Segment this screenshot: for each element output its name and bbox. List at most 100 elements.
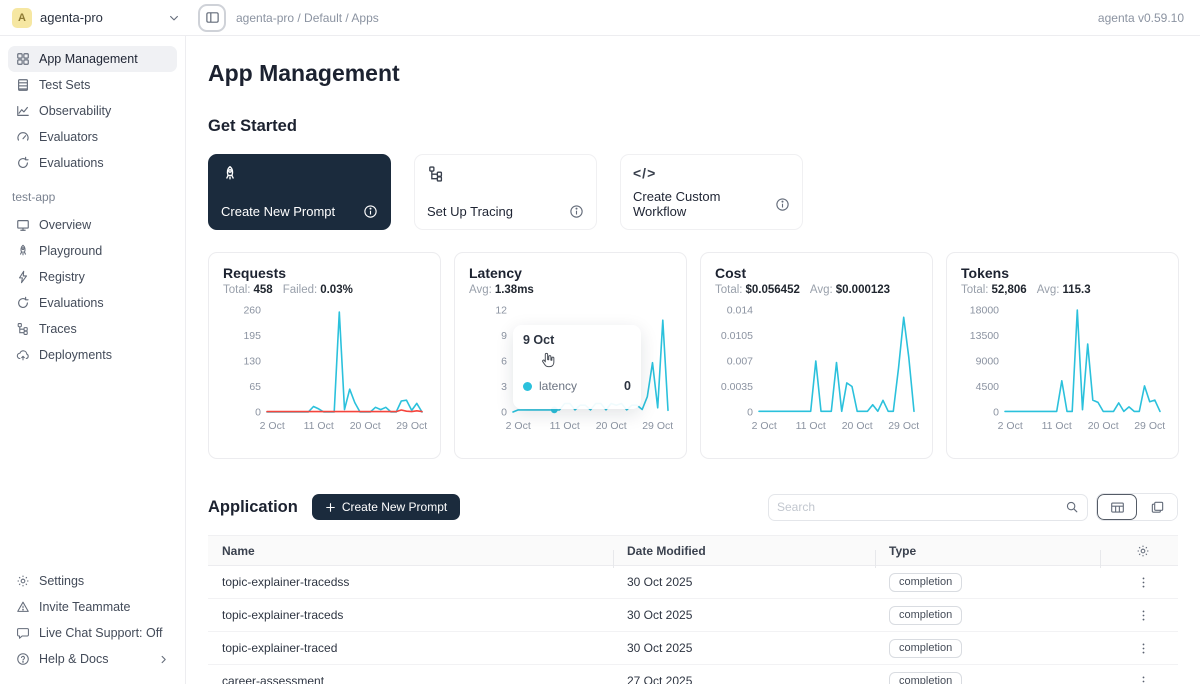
card-view-button[interactable] (1137, 494, 1177, 520)
svg-text:9000: 9000 (976, 356, 1000, 368)
search-box[interactable] (768, 494, 1088, 521)
sidebar-item-label: Settings (39, 574, 84, 588)
set-up-tracing-card[interactable]: Set Up Tracing (414, 154, 597, 230)
type-badge: completion (889, 672, 962, 684)
sidebar-item-test-sets[interactable]: Test Sets (8, 72, 177, 98)
create-new-prompt-button[interactable]: Create New Prompt (312, 494, 460, 520)
search-input[interactable] (777, 500, 1065, 514)
app-date-modified: 30 Oct 2025 (613, 641, 875, 655)
stat-value: 115.3 (1063, 284, 1091, 296)
svg-text:29 Oct: 29 Oct (888, 420, 919, 432)
sidebar-item-observability[interactable]: Observability (8, 98, 177, 124)
table-row[interactable]: topic-explainer-traceds 30 Oct 2025 comp… (208, 599, 1178, 632)
help-circle-icon (16, 652, 30, 666)
latency-chart-card: Latency Avg:1.38ms 0369122 Oct11 Oct20 O… (454, 252, 687, 459)
sidebar-item-evaluations[interactable]: Evaluations (8, 150, 177, 176)
applications-table: Name Date Modified Type topic-explainer-… (208, 535, 1178, 684)
chat-bubble-icon (16, 626, 30, 640)
column-header-name[interactable]: Name (208, 544, 613, 558)
table-row[interactable]: career-assessment 27 Oct 2025 completion (208, 665, 1178, 684)
sidebar-item-label: Registry (39, 270, 85, 284)
create-new-prompt-card[interactable]: Create New Prompt (208, 154, 391, 230)
cloud-upload-icon (16, 348, 30, 362)
workspace-name: agenta-pro (40, 10, 160, 25)
row-menu-icon[interactable] (1137, 609, 1150, 622)
card-label: Create New Prompt (221, 204, 335, 219)
sidebar-item-live-chat[interactable]: Live Chat Support: Off (8, 620, 177, 646)
app-name[interactable]: topic-explainer-traceds (208, 608, 613, 622)
refresh-icon (16, 156, 30, 170)
svg-text:0.014: 0.014 (727, 305, 753, 317)
app-name[interactable]: topic-explainer-tracedss (208, 575, 613, 589)
stat-label: Avg: (469, 284, 492, 296)
card-label: Set Up Tracing (427, 204, 513, 219)
cost-line-chart[interactable]: 00.00350.0070.01050.0142 Oct11 Oct20 Oct… (715, 302, 918, 436)
panel-layout-icon (205, 10, 220, 25)
svg-text:29 Oct: 29 Oct (1134, 420, 1165, 432)
tree-icon (16, 322, 30, 336)
sidebar-item-invite-teammate[interactable]: Invite Teammate (8, 594, 177, 620)
app-name[interactable]: career-assessment (208, 674, 613, 684)
chevron-down-icon (168, 12, 180, 24)
sidebar-item-overview[interactable]: Overview (8, 212, 177, 238)
info-icon[interactable] (363, 204, 378, 219)
sidebar-collapse-button[interactable] (198, 4, 226, 32)
sidebar-item-registry[interactable]: Registry (8, 264, 177, 290)
hand-cursor-icon (539, 351, 557, 370)
row-menu-icon[interactable] (1137, 642, 1150, 655)
tokens-line-chart[interactable]: 04500900013500180002 Oct11 Oct20 Oct29 O… (961, 302, 1164, 436)
table-view-button[interactable] (1097, 494, 1137, 520)
search-icon[interactable] (1065, 500, 1079, 514)
table-row[interactable]: topic-explainer-traced 30 Oct 2025 compl… (208, 632, 1178, 665)
top-bar: A agenta-pro agenta-pro / Default / Apps… (0, 0, 1200, 36)
table-row[interactable]: topic-explainer-tracedss 30 Oct 2025 com… (208, 566, 1178, 599)
svg-text:0: 0 (747, 407, 753, 419)
svg-text:11 Oct: 11 Oct (304, 420, 334, 432)
tooltip-date: 9 Oct (523, 333, 631, 347)
app-name[interactable]: topic-explainer-traced (208, 641, 613, 655)
stat-label: Total: (961, 284, 989, 296)
table-header-row: Name Date Modified Type (208, 536, 1178, 566)
refresh-icon (16, 296, 30, 310)
monitor-icon (16, 218, 30, 232)
stat-value: $0.000123 (836, 284, 890, 296)
tooltip-series-name: latency (539, 379, 617, 393)
svg-text:2 Oct: 2 Oct (260, 420, 285, 432)
svg-text:18000: 18000 (970, 305, 999, 317)
lightning-icon (16, 270, 30, 284)
column-settings-gear-icon[interactable] (1136, 544, 1150, 558)
info-icon[interactable] (775, 197, 790, 212)
svg-text:13500: 13500 (970, 330, 999, 342)
stat-value: 458 (254, 284, 273, 296)
sidebar-item-settings[interactable]: Settings (8, 568, 177, 594)
sidebar-item-evaluations-app[interactable]: Evaluations (8, 290, 177, 316)
tooltip-value: 0 (624, 379, 631, 393)
column-header-date-modified[interactable]: Date Modified (613, 544, 875, 558)
sidebar-item-traces[interactable]: Traces (8, 316, 177, 342)
sidebar-item-help-docs[interactable]: Help & Docs (8, 646, 177, 672)
sidebar-item-app-management[interactable]: App Management (8, 46, 177, 72)
row-menu-icon[interactable] (1137, 675, 1150, 684)
svg-text:29 Oct: 29 Oct (396, 420, 427, 432)
create-custom-workflow-card[interactable]: </> Create Custom Workflow (620, 154, 803, 230)
workspace-selector[interactable]: A agenta-pro (12, 8, 180, 28)
sidebar-item-playground[interactable]: Playground (8, 238, 177, 264)
requests-line-chart[interactable]: 0651301952602 Oct11 Oct20 Oct29 Oct (223, 302, 426, 436)
svg-text:3: 3 (501, 381, 507, 393)
app-date-modified: 30 Oct 2025 (613, 575, 875, 589)
sidebar-item-deployments[interactable]: Deployments (8, 342, 177, 368)
svg-text:20 Oct: 20 Oct (350, 420, 381, 432)
chart-title: Requests (223, 265, 426, 281)
svg-text:0.007: 0.007 (727, 356, 753, 368)
type-badge: completion (889, 606, 962, 625)
column-header-type[interactable]: Type (875, 544, 1100, 558)
sidebar-item-label: Playground (39, 244, 102, 258)
sidebar-item-evaluators[interactable]: Evaluators (8, 124, 177, 150)
info-icon[interactable] (569, 204, 584, 219)
gauge-icon (16, 130, 30, 144)
svg-text:260: 260 (243, 305, 261, 317)
row-menu-icon[interactable] (1137, 576, 1150, 589)
chart-title: Tokens (961, 265, 1164, 281)
tracing-nodes-icon (427, 165, 584, 183)
breadcrumb[interactable]: agenta-pro / Default / Apps (236, 11, 1098, 25)
